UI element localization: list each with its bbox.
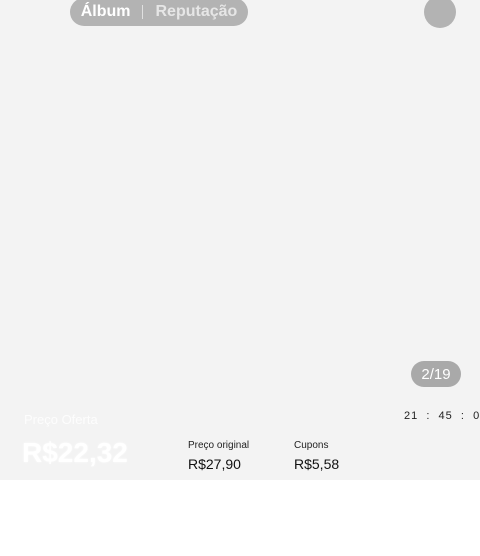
countdown-hours: 21 xyxy=(404,410,419,422)
coupons-label: Cupons xyxy=(294,440,329,451)
coupons-value: R$5,58 xyxy=(294,456,340,472)
countdown-timer: 21 : 45 : 05 xyxy=(404,410,480,422)
promo-price: R$22,32 xyxy=(22,437,128,468)
image-counter: 2/19 xyxy=(411,361,461,387)
bottom-area xyxy=(0,480,480,556)
promo-price-label: Preço Oferta xyxy=(24,412,98,427)
original-price-block: Preço original R$27,90 xyxy=(188,440,249,472)
tab-divider xyxy=(142,5,144,19)
tab-reputation[interactable]: Reputação xyxy=(155,3,237,21)
original-price-label: Preço original xyxy=(188,440,250,451)
countdown-seconds: 05 xyxy=(473,410,480,422)
tab-album[interactable]: Álbum xyxy=(81,3,131,21)
original-price-value: R$27,90 xyxy=(188,456,241,472)
coupons-block: Cupons R$5,58 xyxy=(294,440,339,472)
product-image-gallery[interactable]: Álbum Reputação 2/19 21 : 45 : 05 Preço … xyxy=(0,0,480,480)
more-button[interactable] xyxy=(424,0,456,28)
countdown-minutes: 45 xyxy=(438,410,453,422)
album-reputation-tabs: Álbum Reputação xyxy=(70,0,248,26)
